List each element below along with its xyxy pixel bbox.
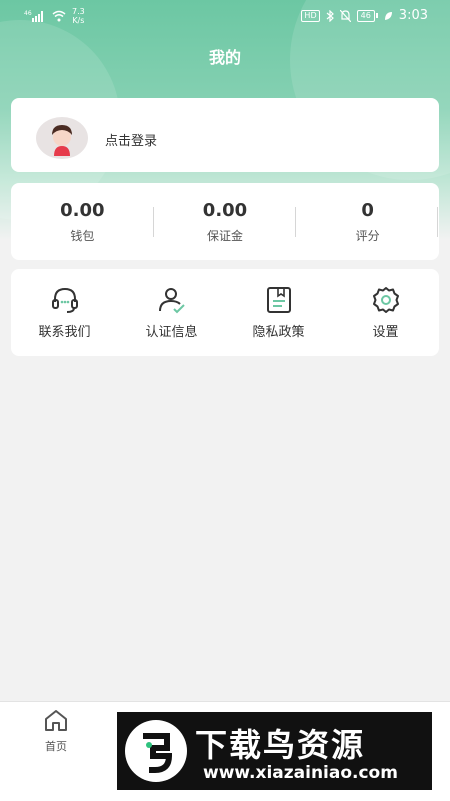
- page-title: 我的: [208, 48, 241, 67]
- stat-value: 0.00: [202, 200, 248, 221]
- network-speed: 7.3 K/s: [72, 7, 85, 25]
- signal-icon: 46: [24, 10, 43, 22]
- divider: [437, 207, 439, 237]
- avatar: [36, 117, 88, 159]
- document-icon: [266, 287, 291, 313]
- menu-privacy-policy[interactable]: 隐私政策: [225, 269, 332, 356]
- wifi-icon: [52, 10, 66, 22]
- watermark-title: 下载鸟资源: [195, 726, 366, 764]
- leaf-icon: [384, 11, 392, 20]
- menu-label: 设置: [372, 325, 399, 340]
- status-bar: 46 7.3 K/s HD 46 3:03: [0, 0, 450, 32]
- login-card[interactable]: 点击登录: [11, 98, 439, 172]
- home-icon: [45, 710, 67, 731]
- menu-label: 认证信息: [145, 325, 198, 340]
- menu-verification[interactable]: 认证信息: [118, 269, 225, 356]
- login-label[interactable]: 点击登录: [105, 130, 157, 149]
- hd-badge: HD: [301, 9, 320, 22]
- tab-label: 首页: [45, 740, 67, 753]
- tab-home[interactable]: 首页: [26, 708, 86, 754]
- menu-settings[interactable]: 设置: [332, 269, 439, 356]
- network-type: 46: [24, 10, 32, 17]
- stat-rating[interactable]: 0 评分: [296, 183, 439, 260]
- clock: 3:03: [398, 8, 428, 23]
- stat-label: 钱包: [70, 229, 95, 243]
- watermark-banner: 下载鸟资源 www.xiazainiao.com: [117, 712, 432, 790]
- watermark-url: www.xiazainiao.com: [203, 763, 398, 783]
- user-verified-icon: [158, 288, 185, 314]
- battery-indicator: 46: [356, 9, 378, 22]
- stats-card: 0.00 钱包 0.00 保证金 0 评分: [11, 183, 439, 260]
- menu-contact-us[interactable]: 联系我们: [11, 269, 118, 356]
- mute-bell-icon: [339, 9, 351, 22]
- stat-value: 0: [361, 200, 374, 221]
- stat-value: 0.00: [60, 200, 105, 221]
- stat-wallet[interactable]: 0.00 钱包: [11, 183, 154, 260]
- bluetooth-icon: [326, 9, 334, 22]
- stat-deposit[interactable]: 0.00 保证金: [154, 183, 297, 260]
- gear-icon: [372, 287, 399, 313]
- menu-card: 联系我们 认证信息 隐私政策 设置: [11, 269, 439, 356]
- headset-icon: [51, 287, 78, 313]
- stat-label: 评分: [355, 229, 380, 243]
- stat-label: 保证金: [207, 229, 244, 243]
- menu-label: 隐私政策: [252, 325, 305, 340]
- bird-logo-icon: [125, 720, 187, 782]
- menu-label: 联系我们: [38, 325, 91, 340]
